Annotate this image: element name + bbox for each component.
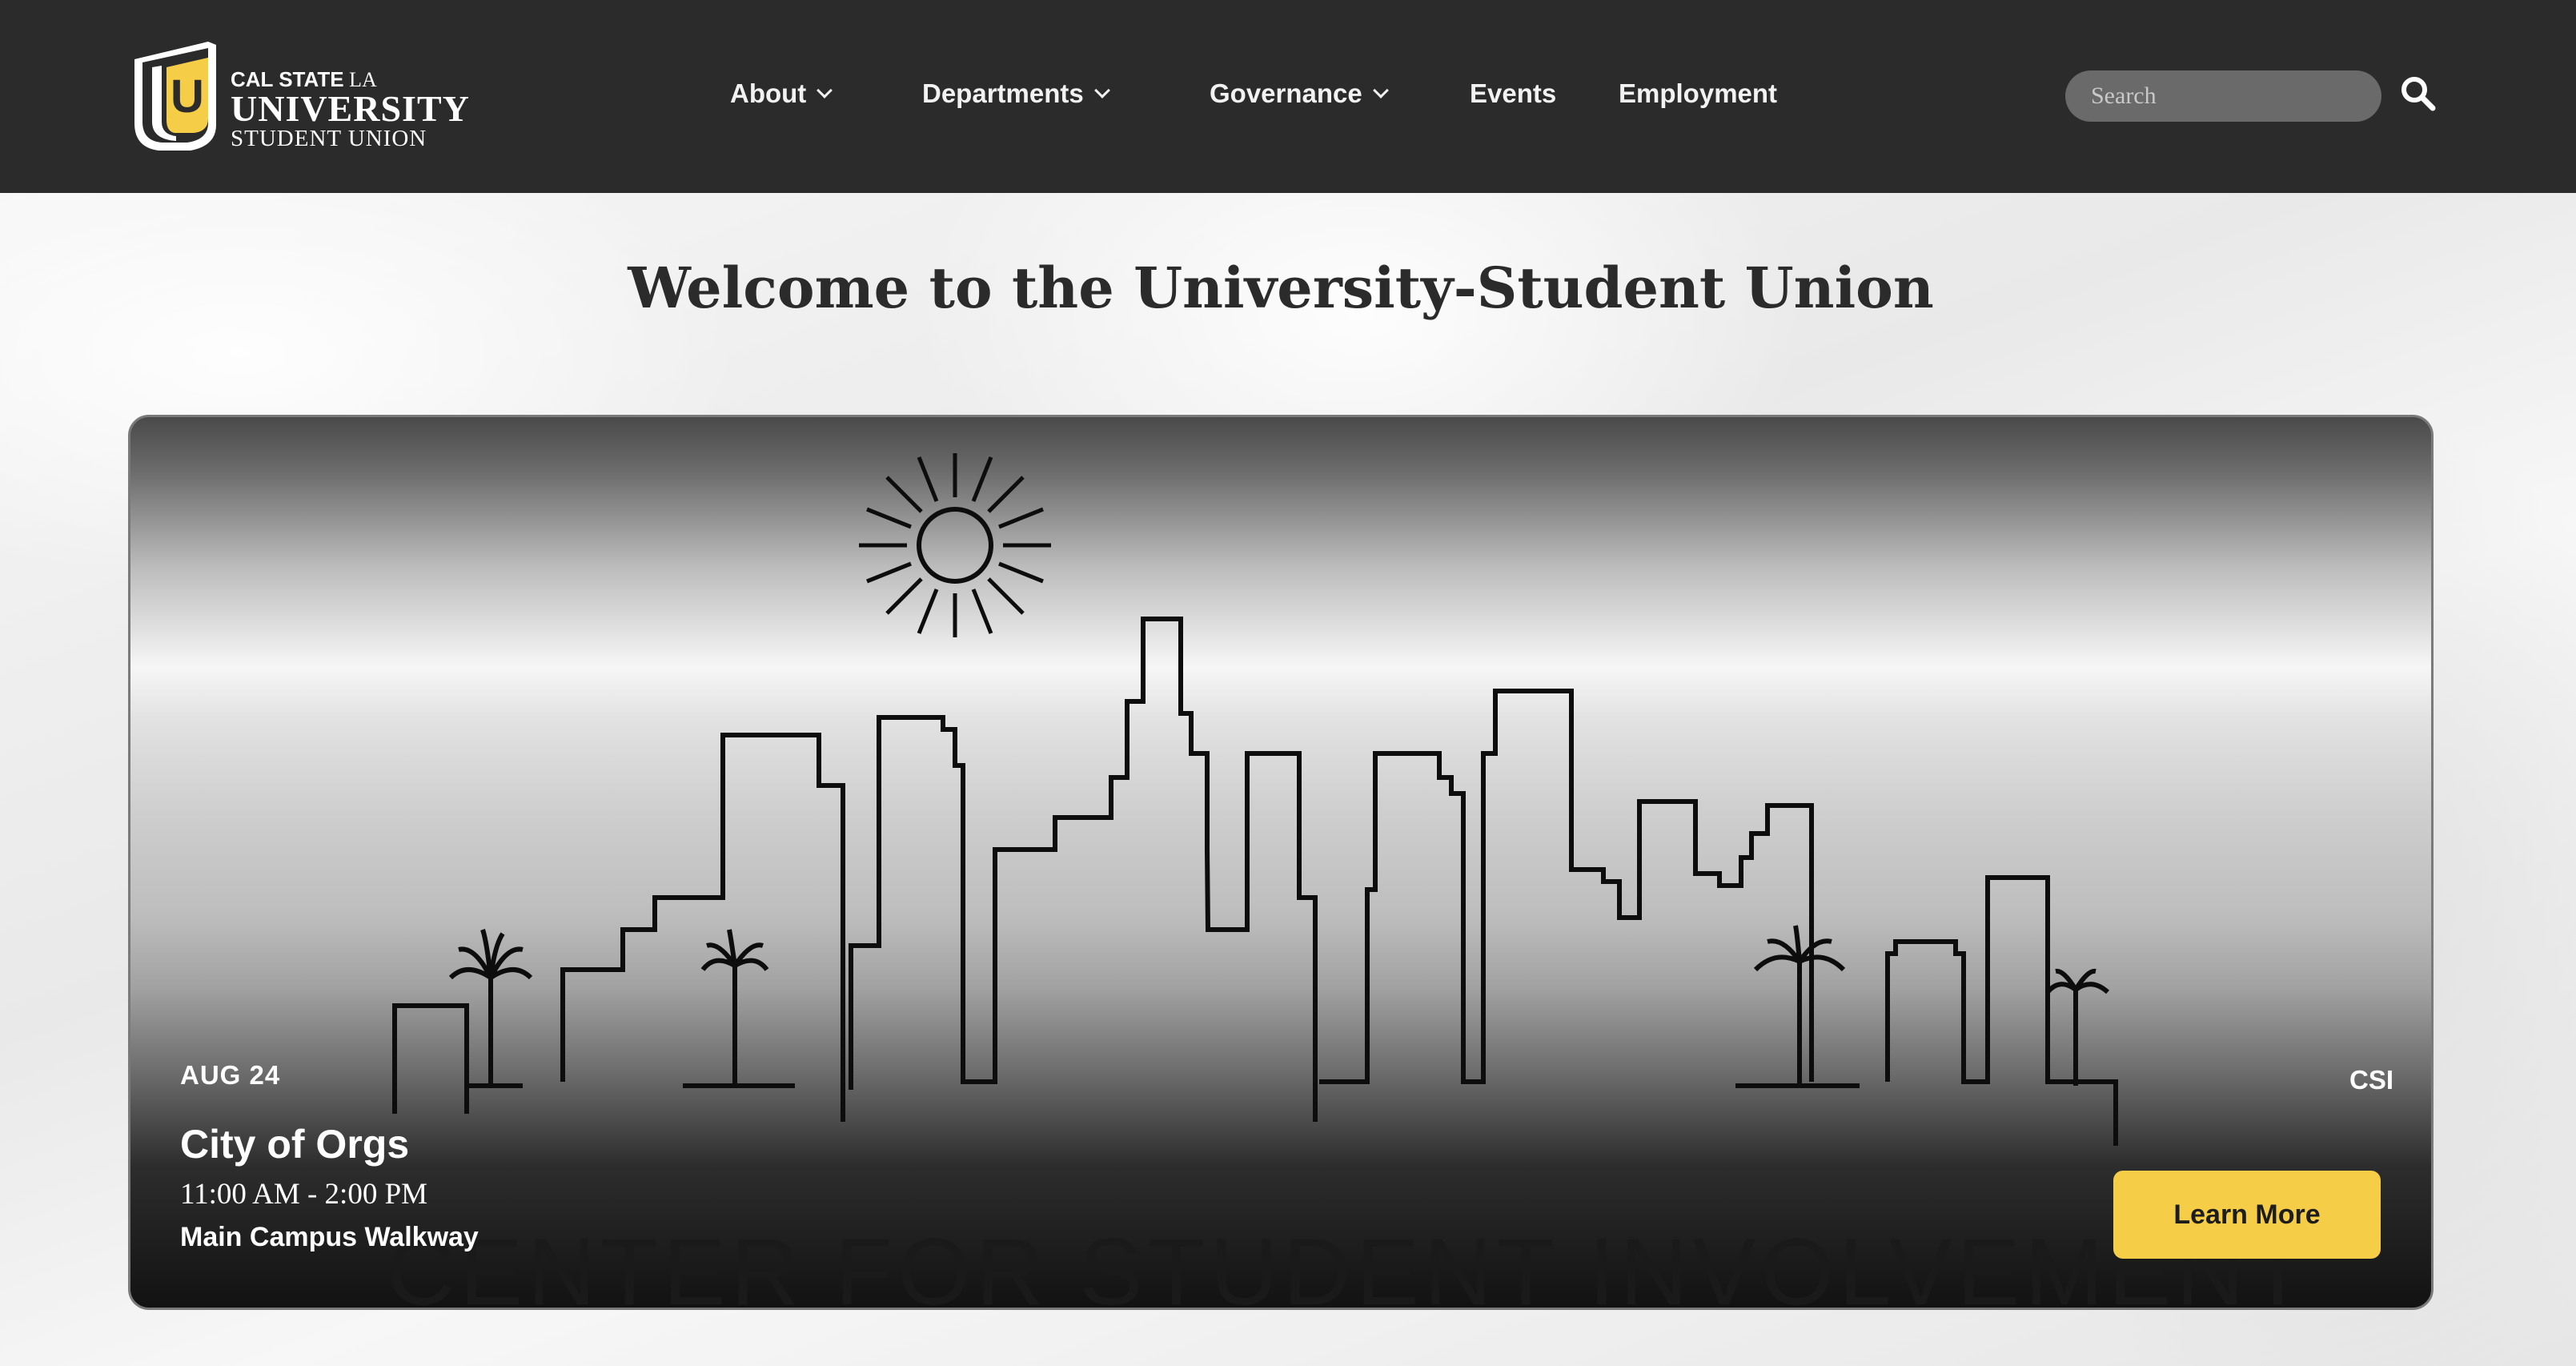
page-title: Welcome to the University-Student Union xyxy=(628,255,1934,321)
site-logo[interactable]: U CAL STATE LA UNIVERSITY STUDENT UNION xyxy=(128,35,469,155)
learn-more-button[interactable]: Learn More xyxy=(2113,1171,2381,1259)
event-hero-card: CENTER FOR STUDENT INVOLVEMENT xyxy=(128,415,2434,1310)
nav-governance[interactable]: Governance xyxy=(1210,78,1389,109)
search-input[interactable] xyxy=(2065,70,2381,122)
svg-text:U: U xyxy=(171,70,204,123)
usu-shield-icon: U xyxy=(134,42,216,151)
chevron-down-icon xyxy=(817,82,833,98)
event-title: City of Orgs xyxy=(180,1122,410,1167)
nav-events[interactable]: Events xyxy=(1470,78,1556,109)
nav-departments[interactable]: Departments xyxy=(922,78,1110,109)
search-icon[interactable] xyxy=(2398,74,2437,112)
hero-caption-text: CENTER FOR STUDENT INVOLVEMENT xyxy=(387,1219,2312,1310)
logo-line-2: UNIVERSITY xyxy=(231,88,470,129)
logo-line-1: CAL STATE LA xyxy=(231,67,377,91)
nav-about[interactable]: About xyxy=(730,78,833,109)
event-org-tag: CSI xyxy=(2349,1065,2393,1095)
event-date: AUG 24 xyxy=(180,1060,281,1090)
event-time: 11:00 AM - 2:00 PM xyxy=(180,1178,428,1211)
la-skyline-illustration xyxy=(392,453,2118,1146)
logo-line-3: STUDENT UNION xyxy=(231,126,427,151)
site-header: U CAL STATE LA UNIVERSITY STUDENT UNION … xyxy=(0,0,2576,193)
event-location: Main Campus Walkway xyxy=(180,1222,479,1252)
nav-employment[interactable]: Employment xyxy=(1619,78,1777,109)
chevron-down-icon xyxy=(1093,82,1110,98)
chevron-down-icon xyxy=(1372,82,1389,98)
